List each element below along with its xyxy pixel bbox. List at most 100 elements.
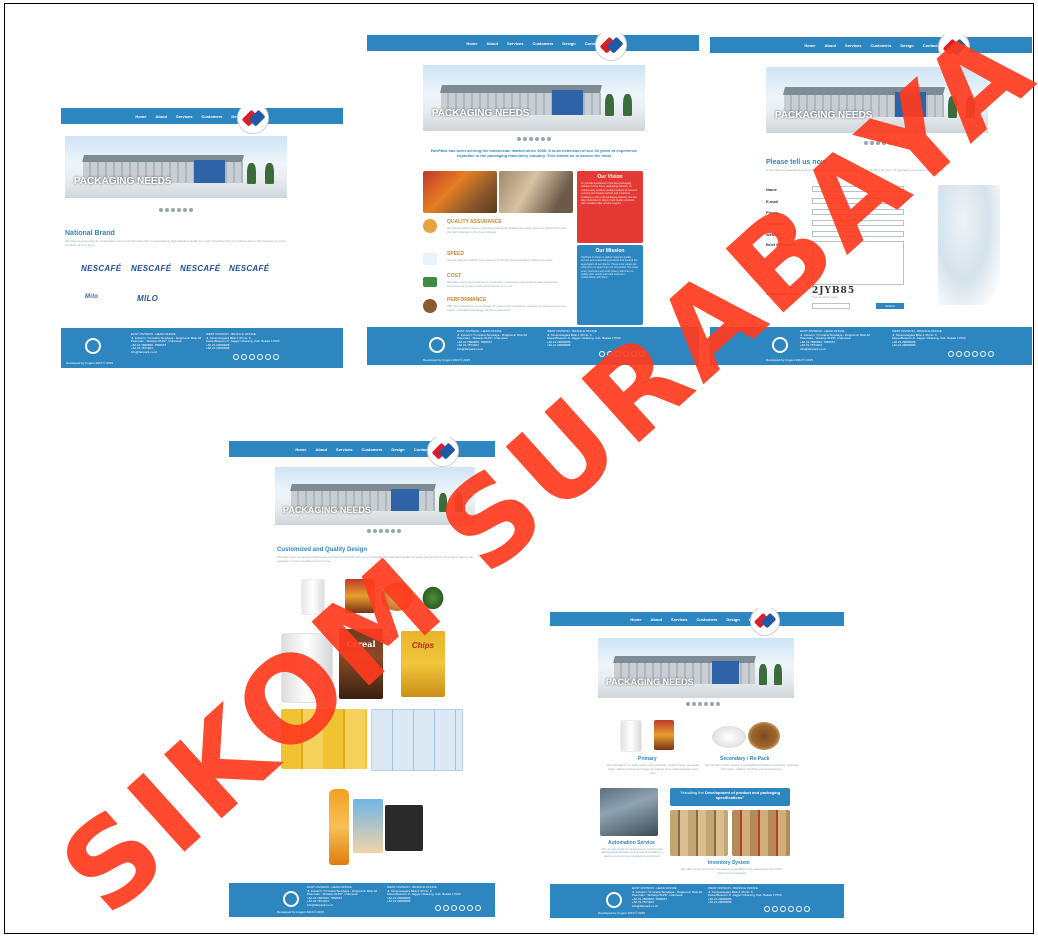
nav-design[interactable]: Design	[726, 617, 739, 622]
footer: EAST DIVISION - HEAD OFFICE Jl. Industri…	[550, 884, 844, 918]
operator-photo	[938, 185, 1000, 305]
automation-photo	[600, 788, 658, 836]
nav-bar: Home About Services Customers Design Con…	[367, 35, 699, 51]
slider-dots[interactable]	[159, 208, 193, 212]
speed-icon	[423, 253, 437, 265]
fairpack-logo[interactable]	[237, 108, 269, 134]
social-icons[interactable]	[948, 351, 994, 357]
footer: EAST DIVISION - HEAD OFFICE Jl. Industri…	[61, 328, 343, 368]
feature-speed-text: We are able to produce from start up to …	[447, 258, 554, 262]
banner-text: PACKAGING NEEDS	[431, 108, 530, 120]
page-title: National Brand	[65, 230, 115, 237]
automation-title: Automation Service	[608, 840, 655, 846]
secondary-tray-photo	[748, 722, 780, 750]
hero-banner: PACKAGING NEEDS	[598, 638, 794, 698]
nav-customers[interactable]: Customers	[202, 114, 223, 119]
nav-about[interactable]: About	[155, 114, 167, 119]
quote-bold: Development of product and packaging spe…	[704, 790, 781, 800]
footer-copyright: Developed by Cogent 2010 © 2015	[277, 910, 324, 914]
footer-logo-icon	[283, 891, 299, 907]
feature-performance-title: PERFORMANCE	[447, 297, 487, 303]
inventory-title: Inventory System	[708, 860, 750, 866]
nav-services[interactable]: Services	[336, 447, 352, 452]
footer-copyright: Developed by Cogent 2010 © 2015	[66, 361, 113, 365]
nav-about[interactable]: About	[650, 617, 662, 622]
primary-snack-photo	[654, 720, 674, 750]
footer-copyright: Developed by Cogent 2010 © 2015	[766, 358, 813, 362]
feature-speed-title: SPEED	[447, 251, 464, 257]
nav-customers[interactable]: Customers	[362, 447, 383, 452]
page-description: We have been serving the Indonesian most…	[65, 239, 286, 247]
nav-home[interactable]: Home	[466, 41, 477, 46]
vision-title: Our Vision	[597, 174, 623, 180]
feature-quality-title: QUALITY ASSURANCE	[447, 219, 502, 225]
nav-home[interactable]: Home	[804, 43, 815, 48]
hero-banner: PACKAGING NEEDS	[65, 136, 287, 198]
performance-icon	[423, 299, 437, 313]
nav-customers[interactable]: Customers	[871, 43, 892, 48]
fairpack-logo[interactable]	[750, 608, 780, 636]
nav-bar: Home About Services Customers Design Con…	[61, 108, 343, 124]
dvd-case	[385, 805, 423, 851]
social-icons[interactable]	[764, 906, 810, 912]
photo-machinery	[499, 171, 573, 213]
nav-services[interactable]: Services	[507, 41, 523, 46]
quote-box: "Handling the Development of product and…	[670, 788, 790, 806]
nav-services[interactable]: Services	[845, 43, 861, 48]
nav-home[interactable]: Home	[135, 114, 146, 119]
footer: EAST DIVISION - HEAD OFFICE Jl. Industri…	[229, 883, 495, 917]
nav-about[interactable]: About	[315, 447, 327, 452]
feature-quality-text: Our food products and our printing packa…	[447, 226, 567, 234]
brand-milo-small: Milo	[85, 294, 99, 300]
feature-cost-text: We have years of experience in machinery…	[447, 280, 558, 288]
nav-home[interactable]: Home	[295, 447, 306, 452]
social-icons[interactable]	[233, 354, 279, 360]
nav-design[interactable]: Design	[562, 41, 575, 46]
footer-logo-icon	[606, 892, 622, 908]
secondary-text: We service a wide variety of capabilitie…	[705, 763, 799, 771]
feature-cost-title: COST	[447, 273, 461, 279]
packaging-dieline	[371, 709, 463, 771]
nav-design[interactable]: Design	[900, 43, 913, 48]
vision-box: Our Vision To provide excellence in the …	[577, 171, 643, 243]
footer-logo-icon	[429, 337, 445, 353]
vision-text: To provide excellence in the best packag…	[581, 182, 638, 206]
brand-nescafe-ice: NESCAFÉ	[131, 264, 172, 273]
banner-text: PACKAGING NEEDS	[73, 175, 172, 187]
bottle-product	[329, 789, 349, 865]
cost-icon	[423, 277, 437, 287]
primary-text: We specialize in a wide variety and sele…	[606, 763, 700, 775]
hero-banner: PACKAGING NEEDS	[423, 65, 645, 131]
warehouse-photo-2	[732, 810, 790, 856]
banner-text: PACKAGING NEEDS	[283, 504, 371, 515]
automation-text: We can also handle the development of pr…	[601, 848, 663, 858]
submit-button[interactable]: Submit	[876, 303, 904, 309]
footer-copyright: Developed by Cogent 2010 © 2015	[423, 358, 470, 362]
slider-dots[interactable]	[686, 702, 720, 706]
page-customers: Home About Services Customers Design Con…	[61, 108, 343, 368]
fairpack-logo[interactable]	[595, 33, 627, 61]
nav-about[interactable]: About	[824, 43, 836, 48]
nav-services[interactable]: Services	[176, 114, 192, 119]
warehouse-photo-1	[670, 810, 728, 856]
brand-nescafe: NESCAFÉ	[180, 264, 221, 273]
character-pack	[353, 799, 383, 853]
nav-bar: Home About Services Customers Design Con…	[550, 612, 844, 626]
nav-services[interactable]: Services	[671, 617, 687, 622]
brand-nescafe-creme: NESCAFÉ	[229, 264, 270, 273]
nav-customers[interactable]: Customers	[697, 617, 718, 622]
photo-packaging	[423, 171, 497, 213]
mission-text: FairPack is driven to deliver superior q…	[581, 256, 639, 280]
slider-dots[interactable]	[517, 137, 551, 141]
brand-milo: MILO	[137, 294, 159, 303]
social-icons[interactable]	[435, 905, 481, 911]
quality-icon	[423, 219, 437, 233]
nav-about[interactable]: About	[486, 41, 498, 46]
mission-title: Our Mission	[595, 248, 625, 254]
nav-customers[interactable]: Customers	[533, 41, 554, 46]
banner-text: PACKAGING NEEDS	[605, 677, 694, 688]
primary-title: Primary	[638, 756, 657, 762]
nav-design[interactable]: Design	[391, 447, 404, 452]
nav-home[interactable]: Home	[630, 617, 641, 622]
about-headline: FairPack has been serving the Indonesian…	[430, 148, 638, 158]
